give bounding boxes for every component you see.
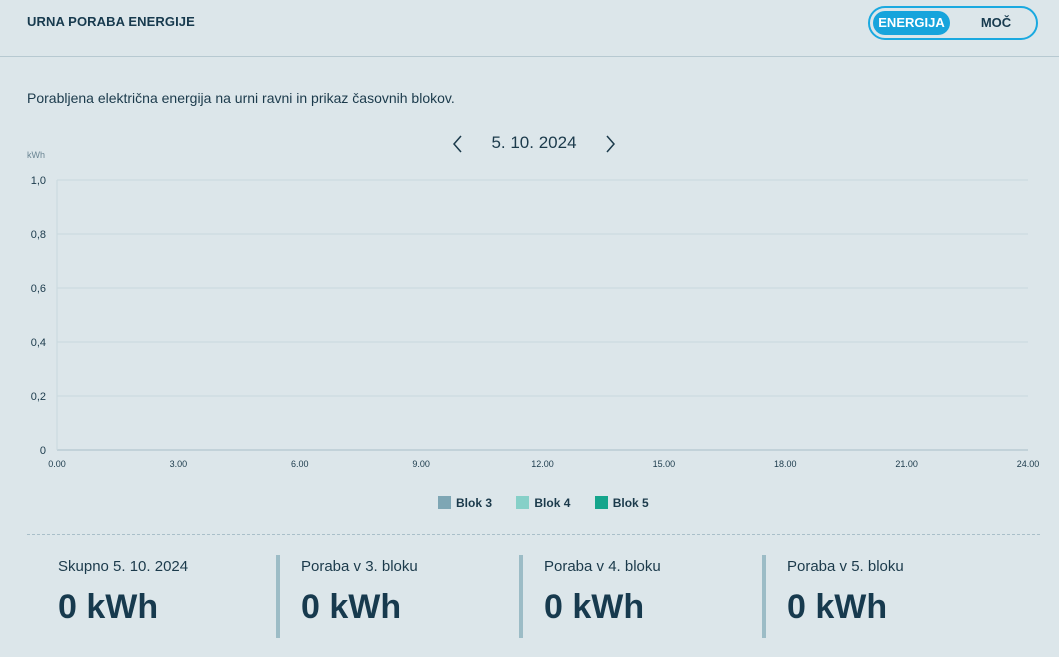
x-tick-label: 6.00 xyxy=(291,459,309,469)
y-tick-label: 0,4 xyxy=(31,337,46,349)
energy-chart: kWh 1,0 0,8 0,6 0,4 0,2 00.00 3.00 6.00 9.00 12.00… xyxy=(27,150,1040,469)
x-tick-label: 18.00 xyxy=(774,459,797,469)
x-tick-label: 15.00 xyxy=(653,459,676,469)
stat-block-4: Poraba v 4. bloku 0 kWh xyxy=(519,555,759,638)
view-toggle[interactable]: ENERGIJA MOČ xyxy=(868,6,1038,40)
stat-divider-bar xyxy=(276,555,280,638)
stat-block-3: Poraba v 3. bloku 0 kWh xyxy=(276,555,516,638)
legend-swatch xyxy=(438,496,451,509)
stat-value: 0 kWh xyxy=(787,588,888,626)
x-tick-label: 21.00 xyxy=(895,459,918,469)
legend-label: Blok 3 xyxy=(456,496,493,510)
stat-value: 0 kWh xyxy=(301,588,402,626)
stat-value: 0 kWh xyxy=(58,588,159,626)
stat-label: Skupno 5. 10. 2024 xyxy=(58,558,189,575)
x-tick-label: 0.00 xyxy=(48,459,66,469)
toggle-energija-option[interactable]: ENERGIJA xyxy=(873,11,950,35)
page-header: URNA PORABA ENERGIJE ENERGIJA MOČ xyxy=(0,0,1059,57)
legend-item-blok-5[interactable]: Blok 5 xyxy=(594,496,649,510)
y-tick-label: 0 xyxy=(40,445,46,457)
section-divider xyxy=(27,534,1040,535)
y-tick-label: 0,2 xyxy=(31,391,46,403)
stat-divider-bar xyxy=(762,555,766,638)
chart-legend: Blok 3 Blok 4 Blok 5 xyxy=(438,496,649,510)
legend-item-blok-3[interactable]: Blok 3 xyxy=(438,496,492,510)
y-axis-unit-label: kWh xyxy=(27,150,45,160)
legend-label: Blok 4 xyxy=(534,496,571,510)
stat-total: Skupno 5. 10. 2024 0 kWh xyxy=(27,555,267,638)
legend-item-blok-4[interactable]: Blok 4 xyxy=(516,496,570,510)
y-tick-label: 0,8 xyxy=(31,229,46,241)
y-tick-label: 1,0 xyxy=(31,175,46,187)
stat-label: Poraba v 3. bloku xyxy=(301,558,418,575)
page-title: URNA PORABA ENERGIJE xyxy=(27,14,195,29)
stat-label: Poraba v 4. bloku xyxy=(544,558,661,575)
stat-block-5: Poraba v 5. bloku 0 kWh xyxy=(762,555,1002,638)
y-tick-label: 0,6 xyxy=(31,283,46,295)
x-tick-label: 3.00 xyxy=(170,459,188,469)
chart-description: Porabljena električna energija na urni r… xyxy=(27,90,455,106)
stat-value: 0 kWh xyxy=(544,588,645,626)
x-tick-label: 9.00 xyxy=(412,459,430,469)
legend-swatch xyxy=(594,496,608,509)
x-tick-label: 24.00 xyxy=(1017,459,1040,469)
stat-label: Poraba v 5. bloku xyxy=(787,558,904,575)
legend-swatch xyxy=(516,496,530,509)
toggle-moc-option[interactable]: MOČ xyxy=(962,11,1030,35)
stat-divider-bar xyxy=(519,555,523,638)
x-tick-label: 12.00 xyxy=(531,459,554,469)
legend-label: Blok 5 xyxy=(612,496,649,510)
